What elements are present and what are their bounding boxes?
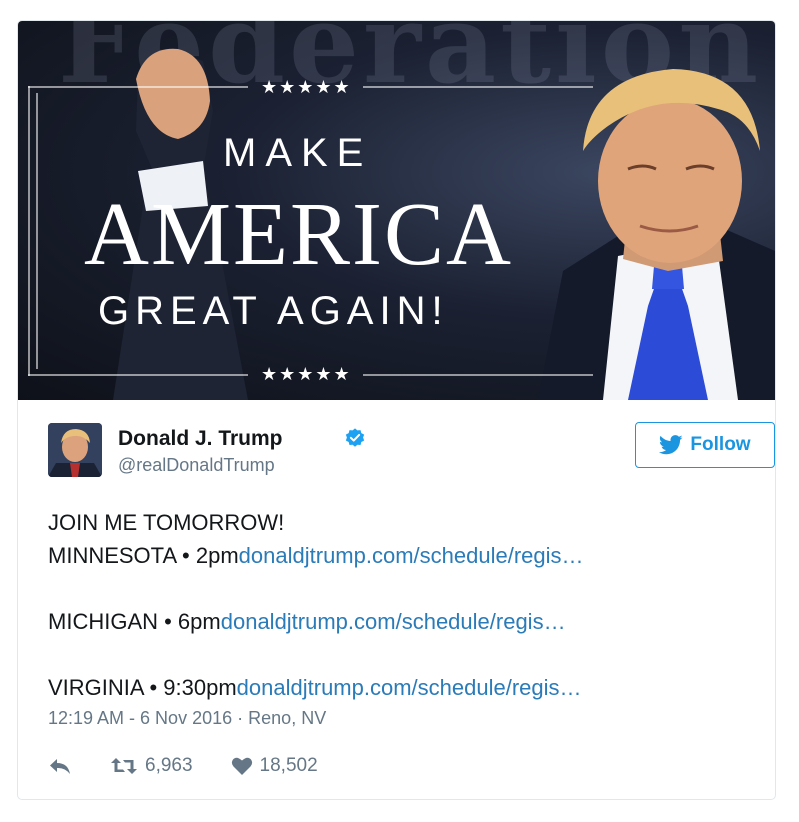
tweet-line: JOIN ME TOMORROW! — [48, 506, 748, 539]
author-name[interactable]: Donald J. Trump — [118, 427, 283, 451]
embedded-tweet-card: Federation ★★★★★ ★★★★★ MAKE AMERICA GREA… — [17, 20, 776, 800]
stars-top: ★★★★★ — [261, 77, 352, 97]
tweet-line: MICHIGAN • 6pmdonaldjtrump.com/schedule/… — [48, 605, 748, 638]
schedule-link[interactable]: donaldjtrump.com/schedule/regis… — [221, 609, 566, 634]
tweet-line-text: MINNESOTA • 2pm — [48, 543, 239, 568]
tweet-meta: 12:19 AM - 6 Nov 2016 · Reno, NV — [48, 708, 326, 729]
frame-line — [36, 93, 38, 369]
like-count: 18,502 — [259, 755, 318, 776]
like-button[interactable]: 18,502 — [231, 755, 318, 777]
frame-line — [28, 86, 248, 88]
frame-line — [28, 374, 248, 376]
frame-line — [363, 86, 593, 88]
follow-label: Follow — [690, 434, 751, 455]
tweet-line-text: JOIN ME TOMORROW! — [48, 510, 285, 535]
stars-bottom: ★★★★★ — [261, 364, 352, 384]
tweet-line-text: VIRGINIA • 9:30pm — [48, 675, 237, 700]
tweet-header: Donald J. Trump @realDonaldTrump Follow — [48, 421, 775, 481]
retweet-button[interactable]: 6,963 — [110, 755, 193, 777]
schedule-link[interactable]: donaldjtrump.com/schedule/regis… — [237, 675, 582, 700]
schedule-link[interactable]: donaldjtrump.com/schedule/regis… — [239, 543, 584, 568]
frame-line — [28, 86, 30, 376]
follow-button[interactable]: Follow — [635, 422, 775, 468]
retweet-count: 6,963 — [145, 755, 193, 776]
reply-icon — [50, 759, 70, 774]
author-handle[interactable]: @realDonaldTrump — [118, 455, 275, 476]
banner-line-great-again: GREAT AGAIN! — [98, 289, 449, 333]
banner-image[interactable]: Federation ★★★★★ ★★★★★ MAKE AMERICA GREA… — [18, 21, 775, 400]
tweet-line: VIRGINIA • 9:30pmdonaldjtrump.com/schedu… — [48, 671, 748, 704]
reply-button[interactable] — [48, 756, 72, 776]
verified-badge-icon — [345, 428, 365, 447]
frame-line — [363, 374, 593, 376]
heart-icon — [231, 757, 252, 775]
tweet-line-text: MICHIGAN • 6pm — [48, 609, 221, 634]
tweet-text: JOIN ME TOMORROW! MINNESOTA • 2pmdonaldj… — [48, 506, 748, 704]
location[interactable]: Reno, NV — [248, 708, 326, 728]
avatar-photo-icon — [48, 423, 102, 477]
meta-separator: · — [237, 708, 244, 728]
tweet-actions: 6,963 18,502 — [48, 751, 356, 781]
tweet-line: MINNESOTA • 2pmdonaldjtrump.com/schedule… — [48, 539, 748, 572]
twitter-bird-icon — [659, 435, 684, 455]
retweet-icon — [111, 758, 137, 774]
avatar[interactable] — [48, 423, 102, 477]
banner-line-america: AMERICA — [84, 185, 514, 284]
banner-line-make: MAKE — [223, 131, 373, 175]
timestamp[interactable]: 12:19 AM - 6 Nov 2016 — [48, 708, 232, 728]
